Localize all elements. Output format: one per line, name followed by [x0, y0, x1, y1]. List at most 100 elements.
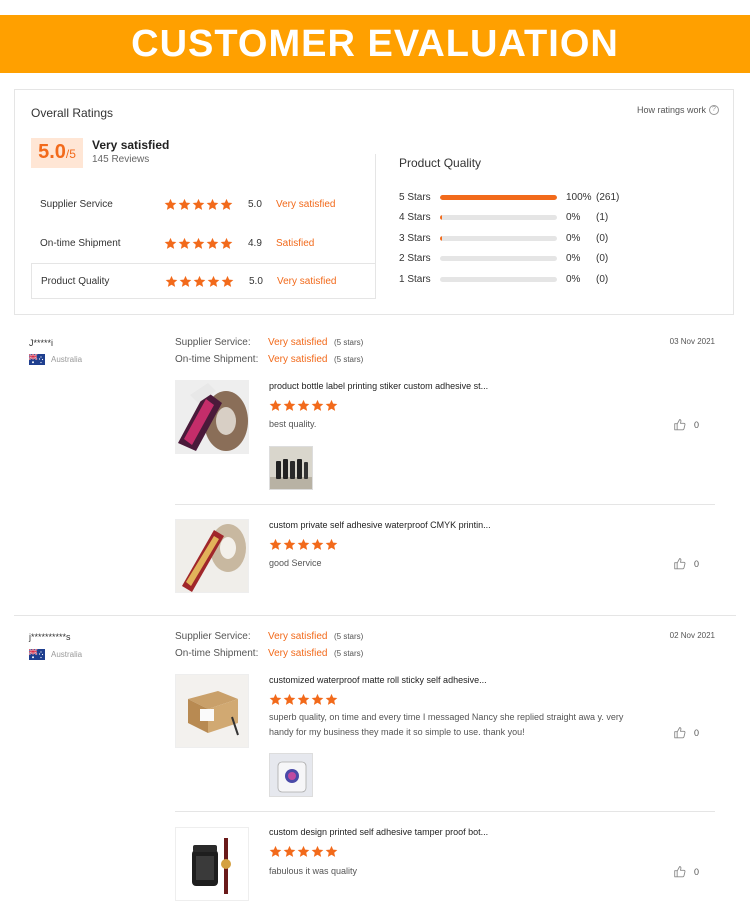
supplier-service-rating: Supplier Service: Very satisfied (5 star…: [175, 631, 363, 642]
review-text: best quality.: [269, 419, 317, 429]
like-button[interactable]: 0: [673, 865, 699, 878]
distribution-bar: [440, 276, 557, 282]
distribution-label: 5 Stars: [399, 191, 431, 203]
star-icon: [192, 237, 205, 250]
star-icon: [283, 693, 296, 706]
star-icon: [283, 538, 296, 551]
like-count: 0: [694, 727, 700, 738]
item-divider: [175, 504, 715, 505]
shipment-stars: (5 stars): [334, 649, 364, 658]
star-icon: [297, 399, 310, 412]
label-roll-image: [176, 381, 248, 453]
how-ratings-work-label: How ratings work: [636, 105, 706, 115]
distribution-bar-fill: [440, 194, 557, 200]
product-title[interactable]: custom design printed self adhesive tamp…: [269, 827, 488, 837]
distribution-percent: 0%: [566, 211, 581, 223]
metric-supplier-service[interactable]: Supplier Service 5.0 Very satisfied: [31, 186, 376, 222]
distribution-bar: [440, 214, 557, 220]
product-image[interactable]: [175, 380, 249, 454]
star-icon: [283, 845, 296, 858]
overall-score-description: Very satisfied: [92, 138, 170, 152]
how-ratings-work-link[interactable]: How ratings work ?: [637, 105, 719, 115]
supplier-service-stars: (5 stars): [334, 632, 364, 641]
star-icon: [269, 538, 282, 551]
distribution-label: 3 Stars: [399, 232, 431, 244]
metric-star-rating: [164, 198, 248, 211]
distribution-percent: 100%: [566, 191, 592, 203]
supplier-service-rating: Supplier Service: Very satisfied (5 star…: [175, 337, 363, 348]
product-title[interactable]: customized waterproof matte roll sticky …: [269, 675, 487, 685]
like-count: 0: [694, 558, 700, 569]
review-photo[interactable]: [269, 753, 313, 797]
distribution-row: 1 Stars 0% (0): [399, 272, 608, 286]
distribution-label: 2 Stars: [399, 252, 431, 264]
star-icon: [311, 693, 324, 706]
star-icon: [311, 538, 324, 551]
supplier-service-word: Very satisfied: [268, 631, 328, 642]
product-title[interactable]: product bottle label printing stiker cus…: [269, 381, 488, 391]
australia-flag-icon: [29, 649, 45, 660]
review-text: superb quality, on time and every time I…: [269, 712, 624, 737]
distribution-bar: [440, 255, 557, 261]
metric-label: On-time Shipment: [40, 237, 121, 249]
metric-label: Product Quality: [41, 275, 110, 287]
distribution-percent: 0%: [566, 232, 581, 244]
review-date: 03 Nov 2021: [669, 337, 715, 346]
like-button[interactable]: 0: [673, 418, 699, 431]
distribution-label: 1 Stars: [399, 273, 431, 285]
star-icon: [164, 237, 177, 250]
product-image[interactable]: [175, 519, 249, 593]
shipment-stars: (5 stars): [334, 355, 364, 364]
star-icon: [311, 399, 324, 412]
metric-product-quality[interactable]: Product Quality 5.0 Very satisfied: [31, 263, 376, 299]
star-icon: [206, 198, 219, 211]
item-divider: [175, 811, 715, 812]
star-icon: [220, 198, 233, 211]
star-icon: [269, 399, 282, 412]
product-star-rating: [269, 845, 338, 858]
supplier-service-word: Very satisfied: [268, 337, 328, 348]
reviewer-name: J*****i: [29, 338, 54, 348]
product-title[interactable]: custom private self adhesive waterproof …: [269, 520, 491, 530]
product-quality-title: Product Quality: [399, 156, 482, 170]
thumbs-up-icon: [673, 865, 687, 878]
star-icon: [193, 275, 206, 288]
product-image[interactable]: [175, 674, 249, 748]
on-time-shipment-rating: On-time Shipment: Very satisfied (5 star…: [175, 648, 363, 659]
thumbs-up-icon: [673, 726, 687, 739]
star-icon: [269, 845, 282, 858]
star-icon: [325, 845, 338, 858]
distribution-percent: 0%: [566, 252, 581, 264]
distribution-row: 4 Stars 0% (1): [399, 210, 608, 224]
australia-flag-icon: [29, 354, 45, 365]
distribution-row: 5 Stars 100% (261): [399, 190, 619, 204]
supplier-service-label: Supplier Service:: [175, 631, 251, 642]
shipment-word: Very satisfied: [268, 648, 328, 659]
country-label: Australia: [51, 650, 83, 659]
metric-word: Satisfied: [276, 237, 315, 249]
header-banner: CUSTOMER EVALUATION: [0, 15, 750, 73]
reviewer-country: Australia: [29, 354, 82, 365]
metric-value: 4.9: [248, 237, 262, 249]
like-button[interactable]: 0: [673, 726, 699, 739]
star-icon: [164, 198, 177, 211]
review-photo[interactable]: [269, 446, 313, 490]
overall-ratings-title: Overall Ratings: [31, 106, 114, 120]
star-icon: [325, 538, 338, 551]
like-button[interactable]: 0: [673, 557, 699, 570]
distribution-count: (0): [596, 273, 609, 285]
product-star-rating: [269, 693, 338, 706]
distribution-count: (0): [596, 232, 609, 244]
metric-on-time-shipment[interactable]: On-time Shipment 4.9 Satisfied: [31, 225, 376, 261]
distribution-label: 4 Stars: [399, 211, 431, 223]
star-icon: [325, 693, 338, 706]
overall-review-count: 145 Reviews: [92, 154, 150, 165]
star-icon: [311, 845, 324, 858]
kraft-box-image: [176, 675, 248, 747]
distribution-bar-fill: [440, 235, 443, 241]
metric-value: 5.0: [248, 198, 262, 210]
label-roll-image: [176, 520, 248, 592]
star-icon: [269, 693, 282, 706]
supplier-service-stars: (5 stars): [334, 338, 364, 347]
product-image[interactable]: [175, 827, 249, 901]
